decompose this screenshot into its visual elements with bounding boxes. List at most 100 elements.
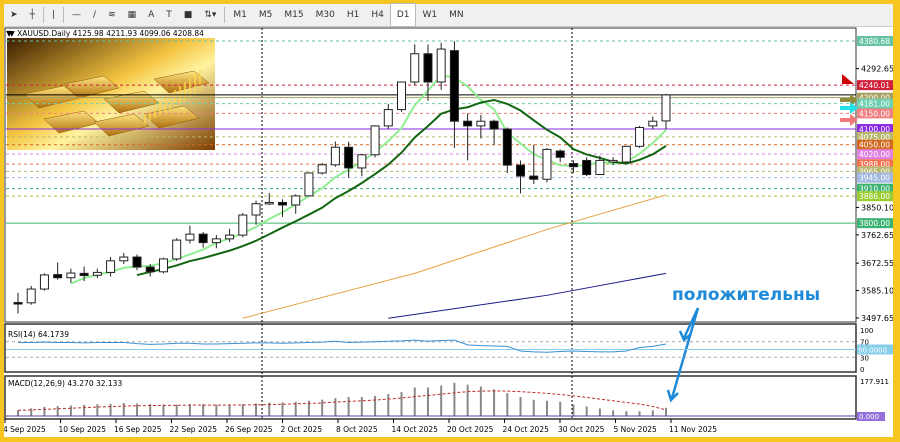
image-candle	[149, 110, 151, 121]
price-axis-label: 3585.10	[861, 287, 893, 296]
bear-candle	[277, 201, 287, 206]
annotation-text: положительны	[672, 285, 820, 305]
arrow-marker-icon	[842, 74, 854, 84]
bear-candle	[463, 120, 473, 127]
bull-candle	[26, 288, 36, 304]
rsi-axis-label: 50.0000	[858, 347, 887, 355]
bull-candle	[185, 233, 195, 241]
bull-candle	[595, 159, 605, 176]
date-axis-label: 11 Nov 2025	[669, 425, 717, 434]
bear-candle	[132, 256, 142, 268]
bull-candle	[211, 238, 221, 244]
date-axis-label: 24 Oct 2025	[503, 425, 550, 434]
bull-candle	[304, 172, 314, 197]
bear-candle	[516, 164, 526, 177]
price-level-label: 4380.68	[859, 37, 890, 46]
bull-candle	[436, 48, 446, 83]
bear-candle	[344, 146, 354, 169]
bear-candle	[53, 274, 63, 279]
bull-candle	[397, 81, 407, 111]
date-axis-label: 4 Sep 2025	[4, 425, 46, 434]
image-candle	[199, 70, 201, 91]
bull-candle	[370, 125, 380, 156]
date-axis-label: 20 Oct 2025	[447, 425, 494, 434]
arrow-marker-icon	[840, 114, 858, 126]
collapse-icon: ▼	[6, 29, 13, 38]
bear-candle	[198, 233, 208, 244]
price-level-label: 4150.00	[859, 109, 890, 118]
bull-candle	[66, 272, 76, 279]
bull-candle	[648, 120, 658, 127]
long-ma-line	[388, 272, 667, 319]
price-level-label: 3800.00	[859, 219, 890, 228]
chart-window: ➤ ┼ | — / ≋ ▦ A T ■ ⇅▾ M1 M5 M15 M30 H1 H4 D1 W1 MN ▼ XAUUS…	[4, 3, 893, 437]
date-axis-label: 2 Oct 2025	[281, 425, 323, 434]
image-candle	[164, 98, 166, 112]
bull-candle	[225, 234, 235, 240]
bull-candle	[317, 164, 327, 174]
date-axis-label: 26 Sep 2025	[225, 425, 273, 434]
bear-candle	[529, 175, 539, 180]
bear-candle	[449, 50, 459, 122]
date-axis-label: 22 Sep 2025	[170, 425, 218, 434]
chart-header: ▼ XAUUSD.Daily 4125.98 4211.93 4099.06 4…	[9, 29, 204, 38]
image-candle	[159, 102, 161, 115]
price-axis-label: 3672.55	[861, 259, 893, 268]
bull-candle	[291, 195, 301, 206]
arrow-marker-icon	[840, 94, 858, 106]
bear-candle	[555, 150, 565, 158]
price-level-label: 4181.00	[859, 100, 890, 109]
macd-axis-label: 177.911	[860, 378, 889, 386]
date-axis-label: 8 Oct 2025	[336, 425, 378, 434]
price-level-label: 3886.00	[859, 192, 890, 201]
macd-pane	[4, 375, 857, 420]
date-axis-label: 5 Nov 2025	[614, 425, 657, 434]
bull-candle	[238, 214, 248, 236]
macd-signal-line	[17, 390, 667, 411]
bull-candle	[119, 256, 129, 262]
bull-candle	[635, 126, 645, 147]
price-axis-label: 3497.65	[861, 314, 893, 323]
image-candle	[154, 106, 156, 118]
bull-candle	[608, 159, 618, 163]
bull-candle	[158, 258, 168, 273]
date-axis-label: 30 Oct 2025	[558, 425, 605, 434]
price-axis-label: 3850.10	[861, 203, 893, 212]
bear-candle	[568, 163, 578, 168]
rsi-axis-label: 100	[860, 327, 873, 335]
bull-candle	[172, 239, 182, 260]
price-level-label: 3945.00	[859, 174, 890, 183]
macd-axis-label: 0.000	[859, 413, 879, 421]
bull-candle	[661, 94, 671, 122]
bull-candle	[621, 145, 631, 163]
bull-candle	[106, 260, 116, 273]
slow-ma-line	[242, 194, 667, 319]
image-candle	[169, 94, 171, 109]
bear-candle	[13, 302, 23, 305]
bear-candle	[502, 128, 512, 166]
bear-candle	[489, 120, 499, 130]
price-axis-label: 3762.65	[861, 231, 893, 240]
image-candle	[189, 78, 191, 97]
bear-candle	[582, 159, 592, 176]
macd-label: MACD(12,26,9) 43.270 32.133	[8, 379, 122, 388]
bull-candle	[264, 201, 274, 205]
bull-candle	[357, 154, 367, 169]
bull-candle	[251, 203, 261, 216]
price-level-label: 4050.00	[859, 141, 890, 150]
rsi-label: RSI(14) 64.1739	[8, 330, 69, 339]
bull-candle	[39, 274, 49, 290]
rsi-axis-label: 0	[860, 366, 864, 374]
price-level-label: 4020.00	[859, 150, 890, 159]
bull-candle	[476, 120, 486, 127]
bull-candle	[383, 109, 393, 127]
rsi-axis-label: 30	[860, 354, 869, 362]
rsi-pane	[4, 323, 857, 373]
bull-candle	[92, 271, 102, 276]
bull-candle	[330, 146, 340, 166]
chart-canvas[interactable]: ▼ XAUUSD.Daily 4125.98 4211.93 4099.06 4…	[4, 4, 893, 437]
date-axis-label: 10 Sep 2025	[59, 425, 107, 434]
price-level-label: 4240.01	[859, 81, 890, 90]
image-candle	[194, 74, 196, 94]
bear-candle	[423, 53, 433, 83]
